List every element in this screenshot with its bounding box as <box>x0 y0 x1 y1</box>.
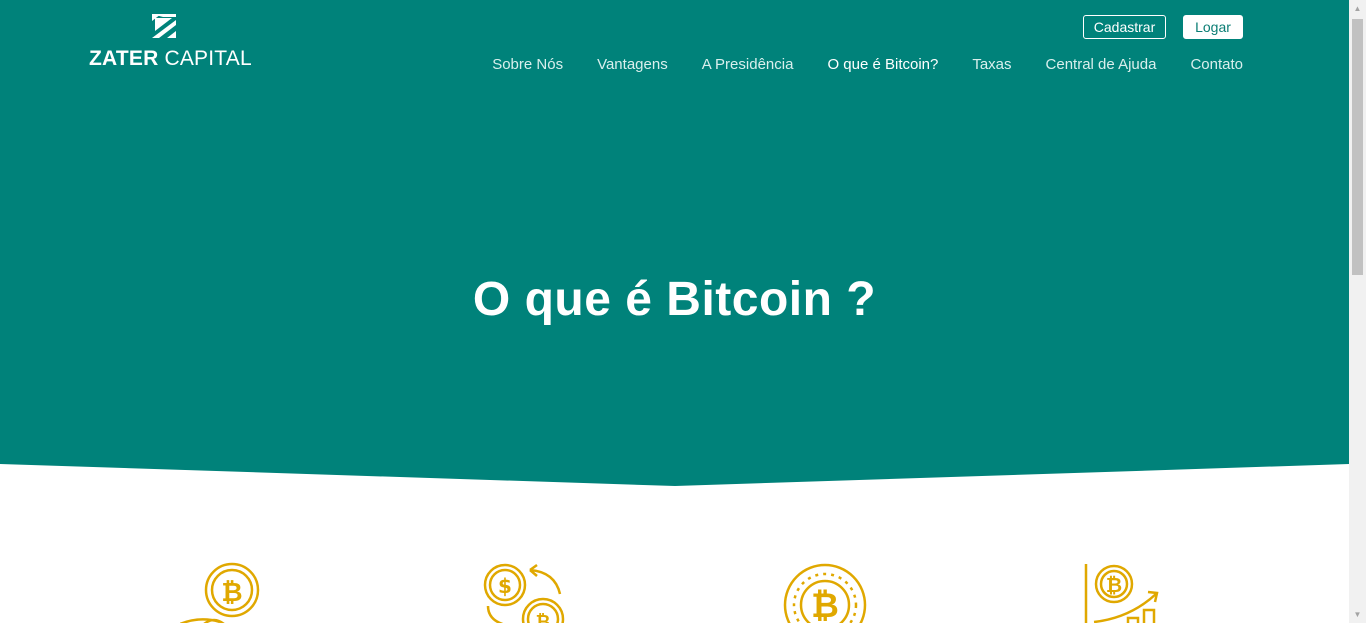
bitcoin-growth-chart-icon: ₿ <box>1084 564 1159 623</box>
page-title: O que é Bitcoin ? <box>472 273 877 327</box>
nav-item-sobre-nos[interactable]: Sobre Nós <box>492 56 563 73</box>
nav-item-o-que-e-bitcoin[interactable]: O que é Bitcoin? <box>827 56 938 73</box>
page: ZATER CAPITAL Cadastrar Logar Sobre Nós … <box>0 0 1349 623</box>
svg-text:₿: ₿ <box>221 578 242 608</box>
scrollbar-thumb[interactable] <box>1352 19 1363 275</box>
nav-item-presidencia[interactable]: A Presidência <box>702 56 794 73</box>
svg-text:₿: ₿ <box>536 612 551 623</box>
nav-item-taxas[interactable]: Taxas <box>972 56 1011 73</box>
svg-text:₿: ₿ <box>1106 573 1122 597</box>
zater-z-mark-icon <box>152 14 176 38</box>
scroll-down-arrow-icon[interactable]: ▼ <box>1349 606 1366 623</box>
dollar-bitcoin-exchange-icon: $ ₿ <box>483 563 565 623</box>
register-button[interactable]: Cadastrar <box>1083 15 1166 39</box>
logo-text-light: CAPITAL <box>158 47 252 70</box>
hero-section: ZATER CAPITAL Cadastrar Logar Sobre Nós … <box>0 0 1349 486</box>
logo-text-bold: ZATER <box>89 47 159 70</box>
main-nav: Sobre Nós Vantagens A Presidência O que … <box>492 56 1243 73</box>
nav-item-central-de-ajuda[interactable]: Central de Ajuda <box>1046 56 1157 73</box>
page-scrollbar[interactable]: ▲ ▼ <box>1349 0 1366 623</box>
scroll-up-arrow-icon[interactable]: ▲ <box>1349 0 1366 17</box>
nav-item-vantagens[interactable]: Vantagens <box>597 56 668 73</box>
logo[interactable]: ZATER CAPITAL <box>89 14 252 71</box>
login-button[interactable]: Logar <box>1183 15 1243 39</box>
logo-text: ZATER CAPITAL <box>89 47 252 71</box>
bitcoin-coins-hand-icon: ₿ <box>180 562 260 623</box>
bitcoin-coin-icon: ₿ <box>783 563 867 623</box>
svg-text:₿: ₿ <box>811 586 839 623</box>
svg-text:$: $ <box>498 574 512 598</box>
features-section: ₿ $ ₿ ₿ ₿ <box>0 560 1349 623</box>
nav-item-contato[interactable]: Contato <box>1190 56 1243 73</box>
